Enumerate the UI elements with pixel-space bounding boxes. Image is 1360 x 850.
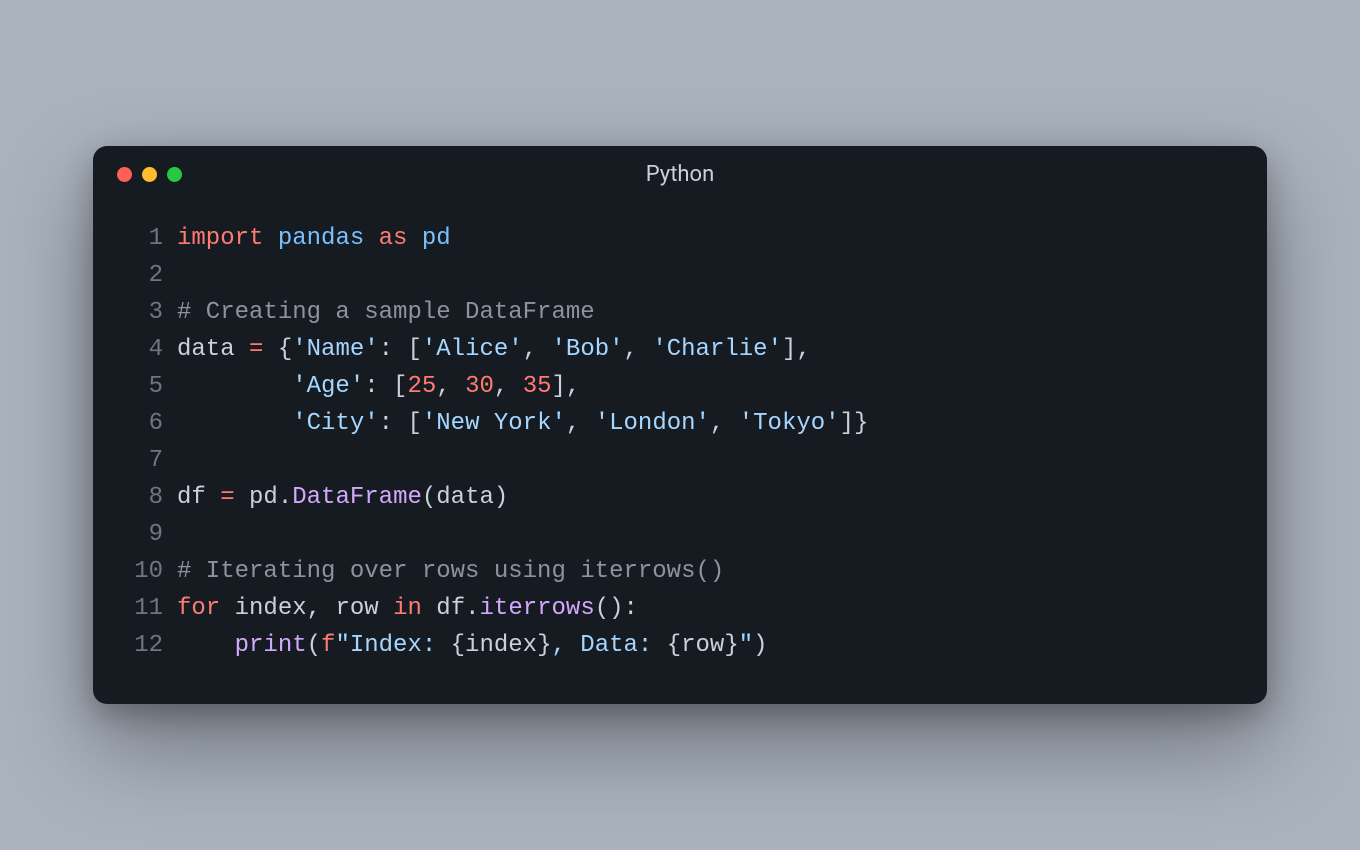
code-text: print(f"Index: {index}, Data: {row}") (177, 627, 768, 664)
code-line: 2 (117, 257, 1243, 294)
line-number: 4 (117, 331, 177, 368)
code-window: Python 1 import pandas as pd 2 3 # Creat… (93, 146, 1267, 704)
code-line: 10 # Iterating over rows using iterrows(… (117, 553, 1243, 590)
line-number: 11 (117, 590, 177, 627)
titlebar: Python (93, 146, 1267, 202)
code-line: 6 'City': ['New York', 'London', 'Tokyo'… (117, 405, 1243, 442)
line-number: 6 (117, 405, 177, 442)
line-number: 1 (117, 220, 177, 257)
code-text: 'City': ['New York', 'London', 'Tokyo']} (177, 405, 868, 442)
code-line: 4 data = {'Name': ['Alice', 'Bob', 'Char… (117, 331, 1243, 368)
code-text: # Iterating over rows using iterrows() (177, 553, 724, 590)
code-text: # Creating a sample DataFrame (177, 294, 595, 331)
stage: Python 1 import pandas as pd 2 3 # Creat… (0, 0, 1360, 850)
window-title: Python (93, 162, 1267, 187)
code-editor[interactable]: 1 import pandas as pd 2 3 # Creating a s… (93, 202, 1267, 704)
code-line: 9 (117, 516, 1243, 553)
line-number: 10 (117, 553, 177, 590)
code-text: for index, row in df.iterrows(): (177, 590, 638, 627)
code-line: 7 (117, 442, 1243, 479)
line-number: 8 (117, 479, 177, 516)
code-line: 11 for index, row in df.iterrows(): (117, 590, 1243, 627)
code-line: 8 df = pd.DataFrame(data) (117, 479, 1243, 516)
code-text: df = pd.DataFrame(data) (177, 479, 508, 516)
line-number: 9 (117, 516, 177, 553)
code-line: 1 import pandas as pd (117, 220, 1243, 257)
code-text: data = {'Name': ['Alice', 'Bob', 'Charli… (177, 331, 811, 368)
line-number: 3 (117, 294, 177, 331)
code-text: 'Age': [25, 30, 35], (177, 368, 580, 405)
code-line: 5 'Age': [25, 30, 35], (117, 368, 1243, 405)
code-line: 3 # Creating a sample DataFrame (117, 294, 1243, 331)
line-number: 5 (117, 368, 177, 405)
line-number: 7 (117, 442, 177, 479)
line-number: 12 (117, 627, 177, 664)
code-line: 12 print(f"Index: {index}, Data: {row}") (117, 627, 1243, 664)
line-number: 2 (117, 257, 177, 294)
code-text: import pandas as pd (177, 220, 451, 257)
